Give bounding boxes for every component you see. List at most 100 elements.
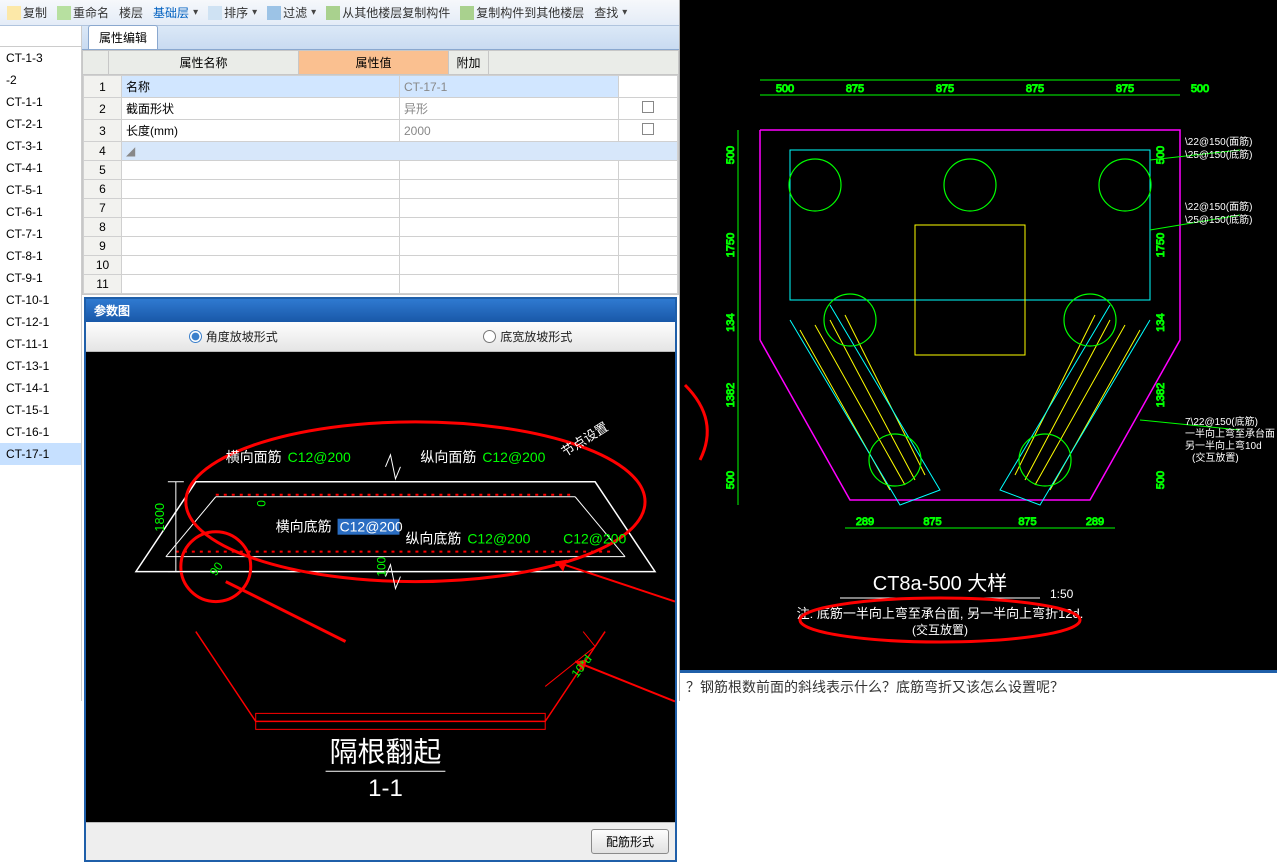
svg-text:\25@150(底筋): \25@150(底筋) — [1185, 213, 1252, 226]
tb-sort[interactable]: 排序 — [205, 2, 260, 23]
side-item[interactable]: CT-13-1 — [0, 355, 81, 377]
svg-text:500: 500 — [725, 471, 737, 489]
svg-text:875: 875 — [923, 516, 941, 528]
side-item[interactable]: CT-16-1 — [0, 421, 81, 443]
svg-text:500: 500 — [1155, 471, 1167, 489]
tb-filter[interactable]: 过滤 — [264, 2, 319, 23]
btn-rebar-form[interactable]: 配筋形式 — [591, 829, 669, 854]
svg-text:(交互放置): (交互放置) — [912, 622, 968, 637]
tb-copy[interactable]: 复制 — [4, 2, 50, 23]
prop-row-empty[interactable]: 8 — [84, 218, 678, 237]
side-search: 🔍 — [0, 26, 81, 47]
tb-copyfrom[interactable]: 从其他楼层复制构件 — [323, 2, 453, 23]
svg-text:1382: 1382 — [1155, 383, 1167, 407]
svg-text:\22@150(面筋): \22@150(面筋) — [1185, 200, 1252, 213]
svg-text:875: 875 — [846, 83, 864, 95]
lbl-0: 0 — [255, 500, 269, 507]
radio-angle[interactable]: 角度放坡形式 — [189, 328, 278, 345]
side-item[interactable]: CT-17-1 — [0, 443, 81, 465]
svg-text:C12@200: C12@200 — [340, 519, 403, 535]
filter-icon — [267, 6, 281, 20]
svg-text:500: 500 — [1155, 146, 1167, 164]
side-item[interactable]: CT-15-1 — [0, 399, 81, 421]
side-item[interactable]: CT-6-1 — [0, 201, 81, 223]
prop-row-empty[interactable]: 11 — [84, 275, 678, 294]
side-item[interactable]: -2 — [0, 69, 81, 91]
tb-copyto[interactable]: 复制构件到其他楼层 — [457, 2, 587, 23]
prop-row[interactable]: 2 截面形状 异形 — [84, 98, 678, 120]
svg-text:\25@150(底筋): \25@150(底筋) — [1185, 148, 1252, 161]
svg-text:1382: 1382 — [725, 383, 737, 407]
main-area: 属性编辑 属性名称 属性值 附加 1 名称 CT-17-1 2 截面形状 异形 … — [82, 26, 679, 701]
svg-text:500: 500 — [725, 146, 737, 164]
prop-row-empty[interactable]: 6 — [84, 180, 678, 199]
side-item[interactable]: CT-11-1 — [0, 333, 81, 355]
diagram-sub: 1-1 — [368, 775, 403, 802]
svg-text:500: 500 — [1191, 83, 1209, 95]
radio-width[interactable]: 底宽放坡形式 — [483, 328, 572, 345]
lbl-hx-bot: 横向底筋 — [276, 519, 332, 535]
lbl-1800: 1800 — [152, 503, 167, 532]
svg-text:另一半向上弯10d: 另一半向上弯10d — [1185, 439, 1262, 452]
radio-row: 角度放坡形式 底宽放坡形式 — [86, 322, 675, 352]
svg-text:134: 134 — [725, 313, 737, 331]
copyto-icon — [460, 6, 474, 20]
svg-text:500: 500 — [776, 83, 794, 95]
svg-text:289: 289 — [856, 516, 874, 528]
diagram-canvas: 1800 0 90 100 10*d 横向面筋 C12@200 纵向面筋 C12… — [86, 352, 675, 822]
side-item[interactable]: CT-5-1 — [0, 179, 81, 201]
hdr-val: 属性值 — [299, 51, 449, 74]
side-item[interactable]: CT-2-1 — [0, 113, 81, 135]
lbl-zx-top: 纵向面筋 — [420, 449, 476, 465]
svg-text:875: 875 — [936, 83, 954, 95]
cad-title: CT8a-500 大样 — [873, 572, 1008, 595]
cad-note: 注: 底筋一半向上弯至承台面, 另一半向上弯折12d. — [797, 606, 1084, 621]
content-row: 🔍 CT-1-3-2CT-1-1CT-2-1CT-3-1CT-4-1CT-5-1… — [0, 26, 679, 701]
dialog-title: 参数图 — [86, 299, 675, 322]
side-item[interactable]: CT-14-1 — [0, 377, 81, 399]
tb-find[interactable]: 查找 — [591, 2, 630, 23]
lbl-node: 节点设置 — [559, 419, 611, 459]
svg-text:C12@200: C12@200 — [467, 531, 530, 547]
svg-text:875: 875 — [1018, 516, 1036, 528]
svg-text:875: 875 — [1026, 83, 1044, 95]
side-item[interactable]: CT-1-3 — [0, 47, 81, 69]
tb-floor-select[interactable]: 基础层 — [150, 2, 201, 23]
dialog-footer: 配筋形式 — [86, 822, 675, 860]
prop-row[interactable]: 3 长度(mm) 2000 — [84, 120, 678, 142]
side-search-input[interactable] — [0, 26, 82, 46]
side-item[interactable]: CT-4-1 — [0, 157, 81, 179]
tab-strip: 属性编辑 — [82, 26, 679, 50]
lbl-100: 100 — [374, 556, 388, 576]
prop-row-empty[interactable]: 9 — [84, 237, 678, 256]
left-panel: 复制 重命名 楼层 基础层 排序 过滤 从其他楼层复制构件 复制构件到其他楼层 … — [0, 0, 680, 701]
side-item[interactable]: CT-12-1 — [0, 311, 81, 333]
svg-text:(交互放置): (交互放置) — [1192, 451, 1239, 464]
toolbar: 复制 重命名 楼层 基础层 排序 过滤 从其他楼层复制构件 复制构件到其他楼层 … — [0, 0, 679, 26]
side-item[interactable]: CT-7-1 — [0, 223, 81, 245]
hdr-add: 附加 — [449, 51, 489, 74]
hdr-name: 属性名称 — [109, 51, 299, 74]
svg-text:C12@200: C12@200 — [288, 449, 351, 465]
cad-svg: 500875875875875500 289875875289 50017501… — [680, 0, 1277, 670]
lbl-zx-bot: 纵向底筋 — [405, 531, 461, 547]
prop-row-empty[interactable]: 7 — [84, 199, 678, 218]
prop-collapse-row[interactable]: 4◢ — [84, 142, 678, 161]
prop-row-empty[interactable]: 5 — [84, 161, 678, 180]
svg-text:7\22@150(底筋): 7\22@150(底筋) — [1185, 415, 1258, 428]
side-item[interactable]: CT-9-1 — [0, 267, 81, 289]
tab-property-edit[interactable]: 属性编辑 — [88, 25, 158, 49]
question-text: ？钢筋根数前面的斜线表示什么？底筋弯折又该怎么设置呢？ — [680, 670, 1277, 701]
side-item[interactable]: CT-10-1 — [0, 289, 81, 311]
lbl-hx-top: 横向面筋 — [226, 449, 282, 465]
prop-row-empty[interactable]: 10 — [84, 256, 678, 275]
copy-icon — [7, 6, 21, 20]
prop-row[interactable]: 1 名称 CT-17-1 — [84, 76, 678, 98]
param-dialog: 参数图 角度放坡形式 底宽放坡形式 — [84, 297, 677, 862]
side-item[interactable]: CT-1-1 — [0, 91, 81, 113]
side-item[interactable]: CT-3-1 — [0, 135, 81, 157]
tb-rename[interactable]: 重命名 — [54, 2, 112, 23]
side-item[interactable]: CT-8-1 — [0, 245, 81, 267]
svg-text:1750: 1750 — [1155, 233, 1167, 257]
diagram-svg: 1800 0 90 100 10*d 横向面筋 C12@200 纵向面筋 C12… — [86, 352, 675, 821]
